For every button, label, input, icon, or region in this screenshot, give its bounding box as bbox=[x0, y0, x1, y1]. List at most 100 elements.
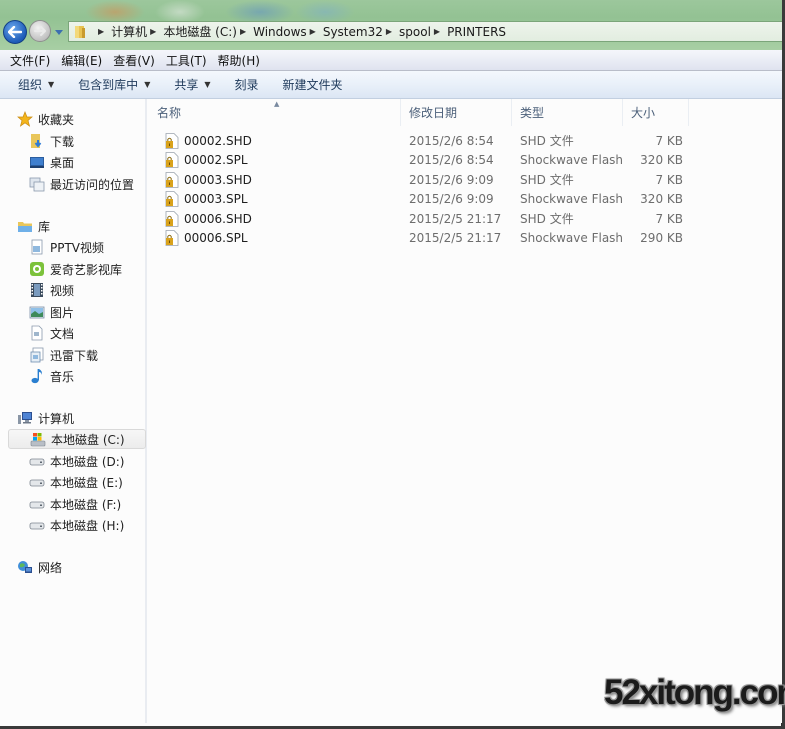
file-name: 00002.SHD bbox=[184, 133, 252, 148]
file-name: 00003.SPL bbox=[184, 192, 248, 207]
file-name: 00002.SPL bbox=[184, 153, 248, 168]
share-button[interactable]: 共享 ▼ bbox=[174, 76, 210, 93]
sidebar-item-documents[interactable]: 文档 bbox=[5, 323, 146, 343]
include-in-library-button[interactable]: 包含到库中 ▼ bbox=[78, 76, 150, 93]
column-header-name[interactable]: 名称 ▲ bbox=[149, 99, 401, 126]
sidebar-item-desktop[interactable]: 桌面 bbox=[5, 152, 146, 172]
menu-bar: 文件(F) 编辑(E) 查看(V) 工具(T) 帮助(H) bbox=[0, 50, 782, 71]
libraries-icon bbox=[17, 218, 33, 234]
sidebar-item-local-disk-c[interactable]: 本地磁盘 (C:) bbox=[8, 429, 146, 449]
file-row[interactable]: 00006.SHD 2015/2/5 21:17 SHD 文件 7 KB bbox=[149, 209, 782, 229]
file-list-pane: 名称 ▲ 修改日期 类型 大小 00002.SHD 2015/2/6 8:54 … bbox=[149, 99, 782, 723]
sidebar-item-pictures[interactable]: 图片 bbox=[5, 302, 146, 322]
file-row[interactable]: 00003.SHD 2015/2/6 9:09 SHD 文件 7 KB bbox=[149, 170, 782, 190]
burn-button[interactable]: 刻录 bbox=[235, 76, 259, 93]
breadcrumb-printers[interactable]: ▶ PRINTERS bbox=[431, 25, 506, 39]
locked-file-icon bbox=[165, 132, 179, 149]
sidebar-network[interactable]: 网络 bbox=[5, 557, 146, 577]
breadcrumb-windows[interactable]: ▶ Windows bbox=[237, 25, 307, 39]
iqiyi-icon bbox=[29, 261, 45, 277]
file-name: 00003.SHD bbox=[184, 172, 252, 187]
system-drive-icon bbox=[30, 431, 46, 447]
file-date: 2015/2/6 9:09 bbox=[409, 192, 494, 207]
locked-file-icon bbox=[165, 152, 179, 169]
chevron-down-icon: ▼ bbox=[48, 80, 55, 89]
sidebar-favorites[interactable]: 收藏夹 bbox=[5, 109, 146, 129]
sidebar-computer[interactable]: 计算机 bbox=[5, 408, 146, 428]
file-size: 320 KB bbox=[640, 192, 683, 207]
file-row[interactable]: 00002.SHD 2015/2/6 8:54 SHD 文件 7 KB bbox=[149, 131, 782, 151]
locked-file-icon bbox=[165, 191, 179, 208]
computer-icon bbox=[17, 410, 33, 426]
music-note-icon bbox=[29, 368, 45, 384]
recent-pages-dropdown[interactable] bbox=[54, 28, 64, 36]
menu-tools[interactable]: 工具(T) bbox=[166, 52, 207, 69]
breadcrumb-arrow-icon[interactable]: ▶ bbox=[240, 27, 246, 36]
file-date: 2015/2/6 9:09 bbox=[409, 172, 494, 187]
star-icon bbox=[17, 111, 33, 127]
breadcrumb-arrow-icon[interactable]: ▶ bbox=[386, 27, 392, 36]
file-size: 7 KB bbox=[655, 211, 683, 226]
sidebar-item-recent-places[interactable]: 最近访问的位置 bbox=[5, 174, 146, 194]
back-arrow-icon bbox=[8, 26, 22, 38]
column-header-date[interactable]: 修改日期 bbox=[401, 99, 512, 126]
locked-file-icon bbox=[165, 171, 179, 188]
breadcrumb-system32[interactable]: ▶ System32 bbox=[307, 25, 383, 39]
sidebar-item-videos[interactable]: 视频 bbox=[5, 280, 146, 300]
file-date: 2015/2/5 21:17 bbox=[409, 211, 502, 226]
sidebar-item-iqiyi[interactable]: 爱奇艺影视库 bbox=[5, 259, 146, 279]
file-size: 290 KB bbox=[640, 231, 683, 246]
desktop-icon bbox=[29, 154, 45, 170]
navigation-pane: 收藏夹 下载 桌面 最近访问的位置 库 PPTV视频 爱奇艺影视库 视频 图片 … bbox=[5, 99, 147, 723]
sidebar-item-local-disk-e[interactable]: 本地磁盘 (E:) bbox=[5, 472, 146, 492]
breadcrumb-local-disk-c[interactable]: ▶ 本地磁盘 (C:) bbox=[147, 23, 237, 40]
explorer-window: ▶ 计算机 ▶ 本地磁盘 (C:) ▶ Windows ▶ System32 ▶ spoo… bbox=[0, 0, 785, 726]
menu-help[interactable]: 帮助(H) bbox=[218, 52, 260, 69]
chevron-down-icon bbox=[55, 29, 63, 35]
hard-drive-icon bbox=[29, 453, 45, 469]
locked-file-icon bbox=[165, 230, 179, 247]
sidebar-item-local-disk-h[interactable]: 本地磁盘 (H:) bbox=[5, 515, 146, 535]
menu-view[interactable]: 查看(V) bbox=[113, 52, 155, 69]
hard-drive-icon bbox=[29, 517, 45, 533]
column-header-size[interactable]: 大小 bbox=[623, 99, 689, 126]
menu-file[interactable]: 文件(F) bbox=[10, 52, 50, 69]
breadcrumb-arrow-icon[interactable]: ▶ bbox=[310, 27, 316, 36]
sidebar-item-downloads[interactable]: 下载 bbox=[5, 131, 146, 151]
file-row[interactable]: 00003.SPL 2015/2/6 9:09 Shockwave Flash.… bbox=[149, 190, 782, 210]
column-header-type[interactable]: 类型 bbox=[512, 99, 623, 126]
command-bar: 组织 ▼ 包含到库中 ▼ 共享 ▼ 刻录 新建文件夹 bbox=[0, 71, 782, 99]
breadcrumb-arrow-icon[interactable]: ▶ bbox=[434, 27, 440, 36]
address-bar[interactable]: ▶ 计算机 ▶ 本地磁盘 (C:) ▶ Windows ▶ System32 ▶ spoo… bbox=[68, 21, 782, 42]
breadcrumb-arrow-icon[interactable]: ▶ bbox=[98, 27, 104, 36]
menu-edit[interactable]: 编辑(E) bbox=[61, 52, 102, 69]
title-address-area: ▶ 计算机 ▶ 本地磁盘 (C:) ▶ Windows ▶ System32 ▶ spoo… bbox=[0, 0, 782, 50]
watermark: 52xitong.com bbox=[604, 673, 785, 712]
sidebar-item-pptv[interactable]: PPTV视频 bbox=[5, 237, 146, 257]
file-date: 2015/2/5 21:17 bbox=[409, 231, 502, 246]
breadcrumb-spool[interactable]: ▶ spool bbox=[383, 25, 431, 39]
breadcrumb-arrow-icon[interactable]: ▶ bbox=[150, 27, 156, 36]
file-type: SHD 文件 bbox=[520, 173, 574, 188]
file-row[interactable]: 00006.SPL 2015/2/5 21:17 Shockwave Flash… bbox=[149, 229, 782, 249]
column-headers: 名称 ▲ 修改日期 类型 大小 bbox=[149, 99, 782, 126]
folder-icon bbox=[75, 25, 85, 38]
sidebar-item-xunlei-downloads[interactable]: 迅雷下载 bbox=[5, 345, 146, 365]
file-name: 00006.SPL bbox=[184, 231, 248, 246]
hard-drive-icon bbox=[29, 474, 45, 490]
sidebar-libraries[interactable]: 库 bbox=[5, 216, 146, 236]
sidebar-item-local-disk-d[interactable]: 本地磁盘 (D:) bbox=[5, 451, 146, 471]
forward-button[interactable] bbox=[29, 20, 51, 42]
network-icon bbox=[17, 559, 33, 575]
sidebar-item-music[interactable]: 音乐 bbox=[5, 366, 146, 386]
organize-button[interactable]: 组织 ▼ bbox=[18, 76, 54, 93]
file-size: 7 KB bbox=[655, 172, 683, 187]
sidebar-item-local-disk-f[interactable]: 本地磁盘 (F:) bbox=[5, 494, 146, 514]
breadcrumb-computer[interactable]: ▶ 计算机 bbox=[95, 23, 147, 40]
recent-places-icon bbox=[29, 176, 45, 192]
file-row[interactable]: 00002.SPL 2015/2/6 8:54 Shockwave Flash.… bbox=[149, 151, 782, 171]
back-button[interactable] bbox=[3, 20, 27, 44]
file-type: Shockwave Flash... bbox=[520, 153, 623, 168]
new-folder-button[interactable]: 新建文件夹 bbox=[283, 76, 343, 93]
file-name: 00006.SHD bbox=[184, 211, 252, 226]
